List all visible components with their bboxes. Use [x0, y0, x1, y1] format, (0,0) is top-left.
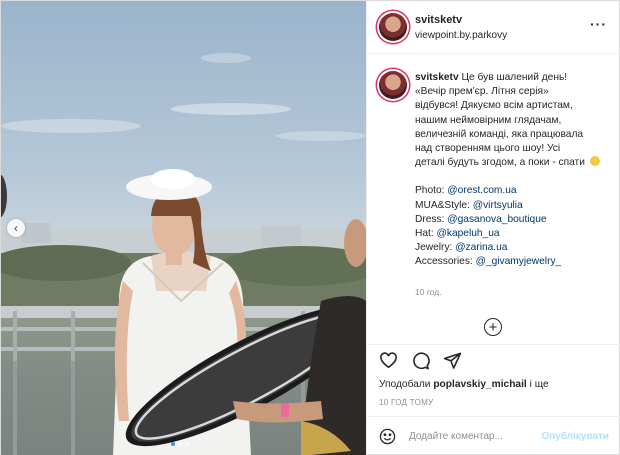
- publish-button[interactable]: Опублікувати: [541, 431, 609, 442]
- action-bar: [379, 351, 462, 370]
- chevron-left-icon: ‹: [14, 221, 18, 235]
- likes-suffix[interactable]: і ще: [527, 379, 549, 390]
- caption-avatar[interactable]: [379, 71, 407, 99]
- credit-handle-link[interactable]: @_givamyjewelry_: [476, 256, 562, 267]
- likes-line: Уподобали poplavskiy_michail і ще: [379, 379, 549, 390]
- post-timestamp[interactable]: 10 ГОД ТОМУ: [379, 398, 434, 407]
- carousel-prev-button[interactable]: ‹: [7, 219, 25, 237]
- avatar[interactable]: [379, 13, 407, 41]
- caption-text: Це був шалений день! «Вечір прем'єр. Літ…: [415, 72, 585, 169]
- header-username[interactable]: svitsketv: [415, 14, 462, 26]
- plus-circle-icon[interactable]: +: [484, 318, 502, 336]
- credits-list: Photo: @orest.com.ua MUA&Style: @virtsyu…: [415, 184, 611, 269]
- credit-label: Dress:: [415, 213, 448, 225]
- location-link[interactable]: viewpoint.by.parkovy: [415, 30, 507, 41]
- credit-label: Accessories:: [415, 256, 476, 268]
- share-icon[interactable]: [443, 351, 462, 370]
- credit-handle-link[interactable]: @virtsyulia: [473, 200, 523, 211]
- heart-icon[interactable]: [379, 351, 398, 370]
- comment-bar: Опублікувати: [367, 416, 620, 454]
- caption-username[interactable]: svitsketv: [415, 72, 459, 83]
- credit-row: Photo: @orest.com.ua: [415, 184, 611, 198]
- credit-row: Accessories: @_givamyjewelry_: [415, 255, 611, 269]
- likes-user-link[interactable]: poplavskiy_michail: [433, 379, 526, 390]
- credit-handle-link[interactable]: @gasanova_boutique: [447, 214, 546, 225]
- caption-area: svitsketv Це був шалений день! «Вечір пр…: [367, 55, 620, 345]
- credit-handle-link[interactable]: @orest.com.ua: [447, 185, 516, 196]
- credit-row: Jewelry: @zarina.ua: [415, 241, 611, 255]
- sleepy-emoji-icon: [589, 156, 600, 167]
- post-photo[interactable]: ‹: [1, 1, 366, 455]
- comment-icon[interactable]: [411, 351, 430, 370]
- carousel-indicators: [171, 442, 189, 446]
- credit-row: Hat: @kapeluh_ua: [415, 227, 611, 241]
- likes-prefix: Уподобали: [379, 379, 434, 390]
- credit-row: Dress: @gasanova_boutique: [415, 213, 611, 227]
- credit-row: MUA&Style: @virtsyulia: [415, 199, 611, 213]
- caption-time: 10 год.: [415, 287, 442, 297]
- instagram-post: ‹ svitsketv viewpoint.by.parkovy ··· svi…: [0, 0, 620, 455]
- credit-label: Hat:: [415, 228, 437, 240]
- post-side-panel: svitsketv viewpoint.by.parkovy ··· svits…: [366, 1, 620, 454]
- post-header: svitsketv viewpoint.by.parkovy ···: [367, 1, 620, 54]
- carousel-dot-2: [178, 442, 182, 446]
- comment-input[interactable]: [409, 428, 539, 445]
- credit-label: Photo:: [415, 185, 448, 197]
- credit-handle-link[interactable]: @kapeluh_ua: [437, 228, 500, 239]
- credit-label: Jewelry:: [415, 242, 456, 254]
- photo-illustration: [1, 53, 366, 455]
- more-icon[interactable]: ···: [590, 16, 607, 32]
- credit-label: MUA&Style:: [415, 199, 473, 211]
- smile-icon[interactable]: [379, 428, 396, 445]
- carousel-dot-1: [171, 442, 175, 446]
- credit-handle-link[interactable]: @zarina.ua: [455, 242, 507, 253]
- caption: svitsketv Це був шалений день! «Вечір пр…: [415, 71, 611, 270]
- carousel-dot-3: [185, 442, 189, 446]
